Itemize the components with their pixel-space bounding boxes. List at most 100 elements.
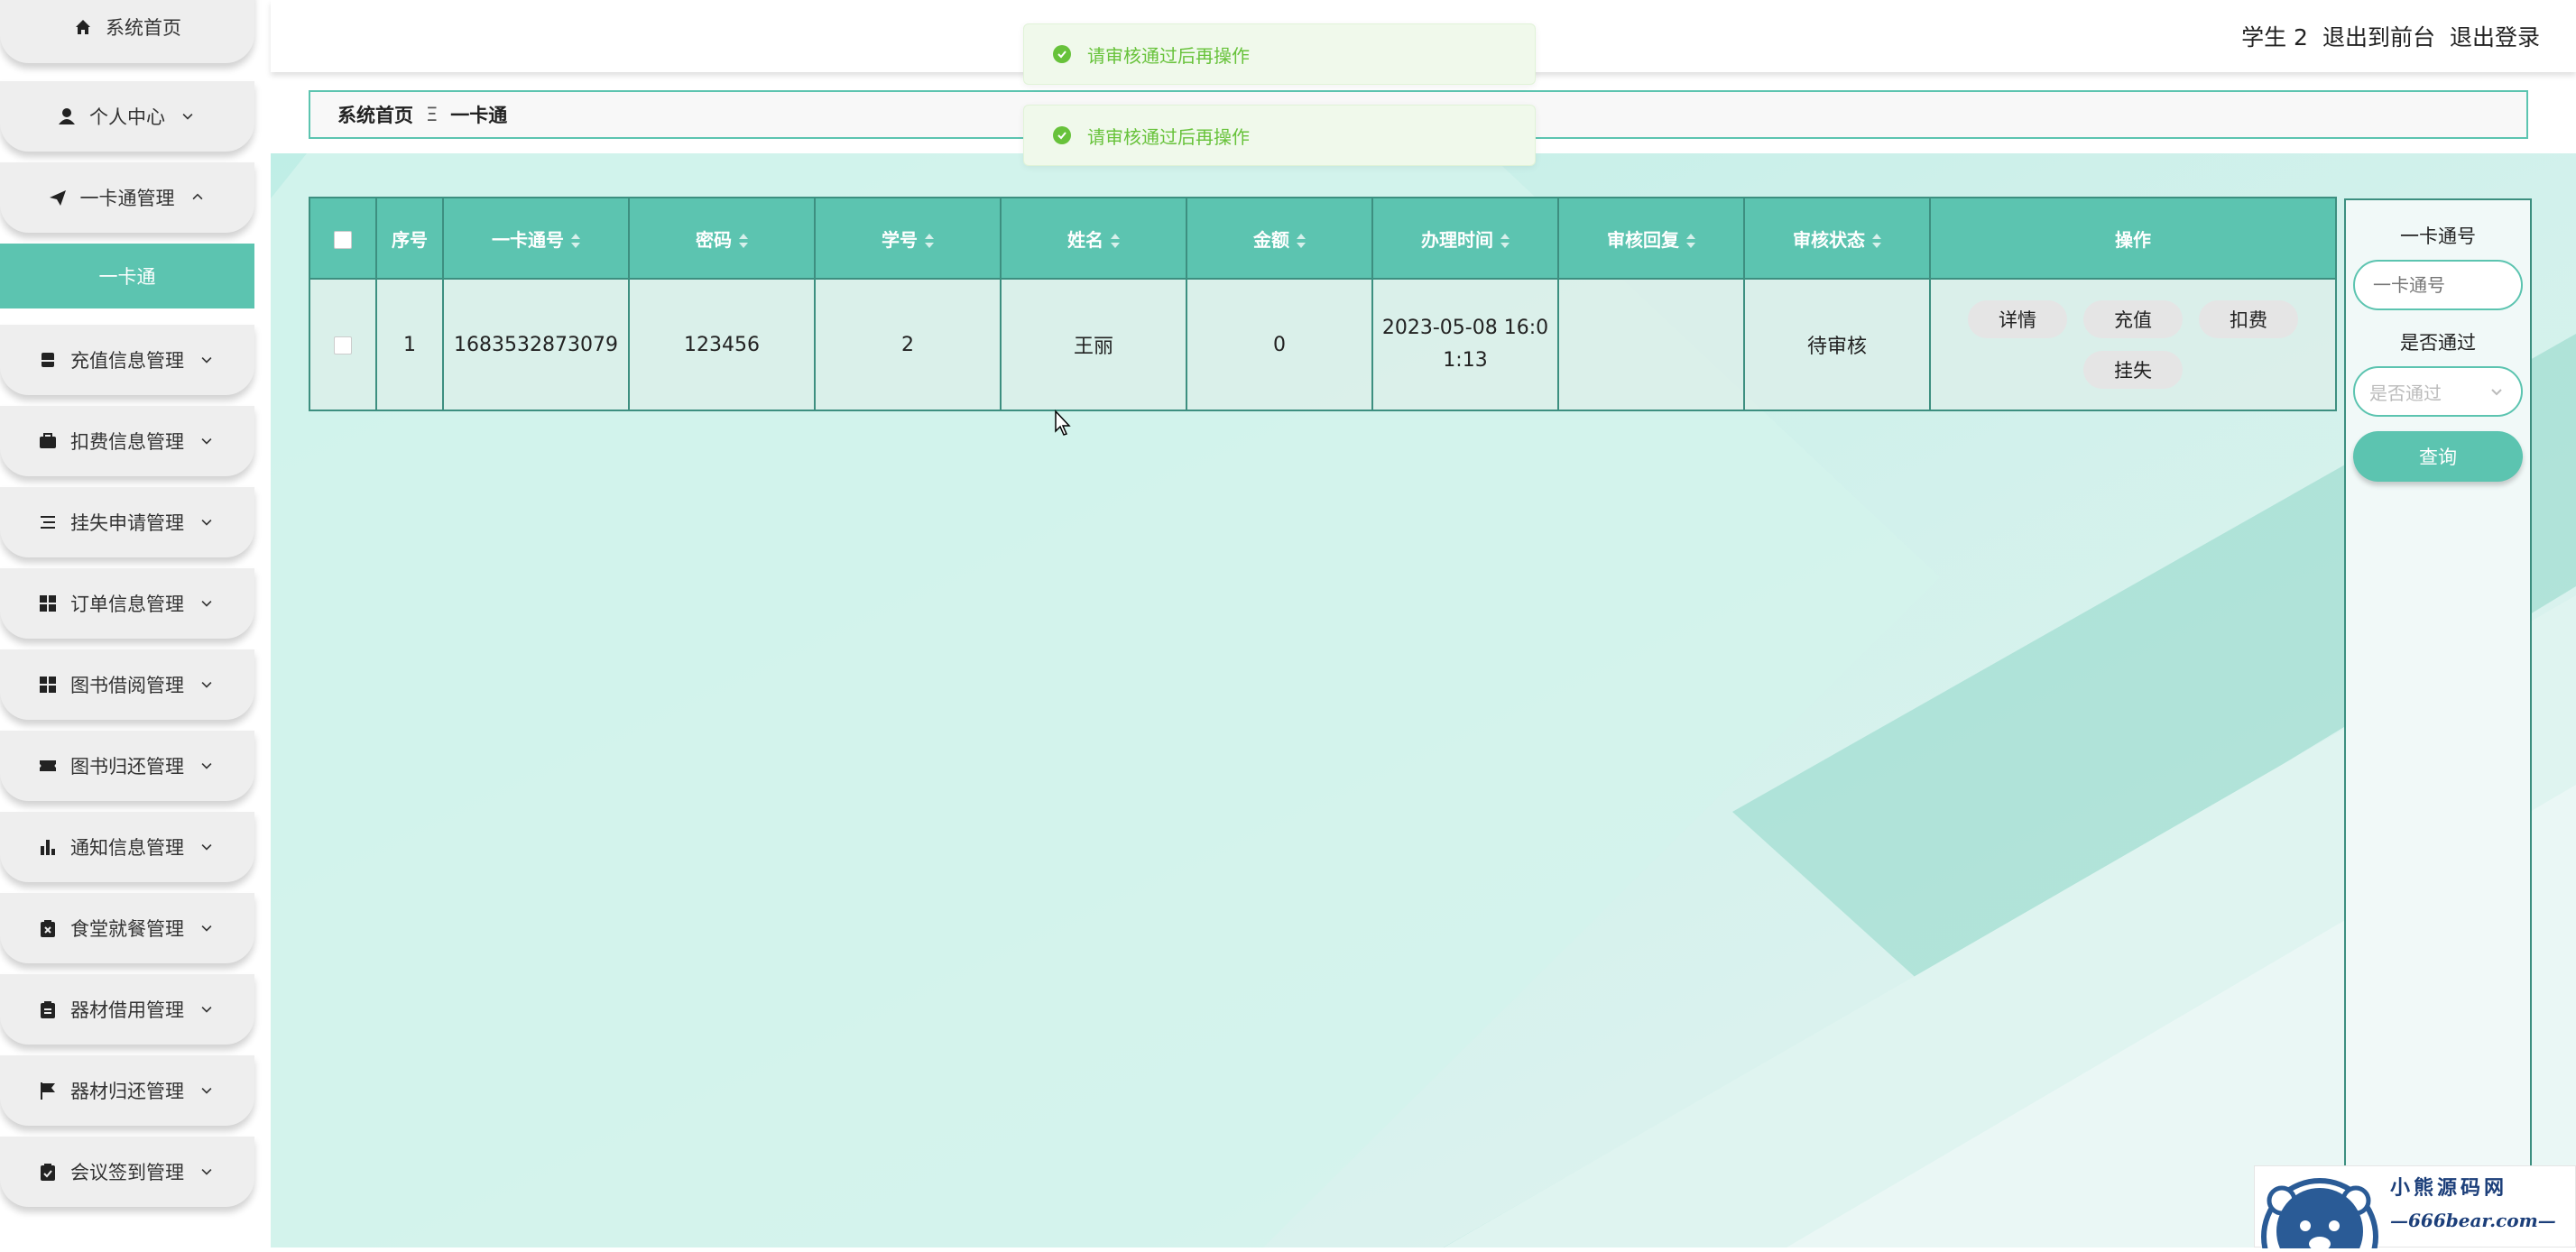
cell-time-line1: 2023-05-08 16:0 [1381, 317, 1549, 339]
search-panel: 一卡通号 是否通过 是否通过 查询 [2344, 198, 2532, 1247]
sidebar-item[interactable]: 图书借阅管理 [0, 649, 254, 720]
col-status[interactable]: 审核状态 [1743, 197, 1931, 280]
col-time[interactable]: 办理时间 [1371, 197, 1559, 280]
col-reply[interactable]: 审核回复 [1557, 197, 1745, 280]
col-student-no-label: 学号 [882, 228, 918, 251]
select-all-header [309, 197, 377, 280]
list-icon [38, 512, 58, 532]
sidebar-item[interactable]: 一卡通管理 [0, 162, 254, 233]
success-icon [1053, 126, 1071, 144]
pass-select[interactable]: 是否通过 [2353, 366, 2523, 417]
user-icon [57, 106, 77, 126]
card-table: 序号 一卡通号 密码 学号 姓名 金额 办理时间 审核回复 审核状态 操作 1 … [309, 197, 2337, 411]
cell-actions: 详情 充值 扣费 挂失 [1929, 278, 2337, 411]
ticket-icon [38, 756, 58, 776]
col-actions: 操作 [1929, 197, 2337, 280]
watermark-title: 小熊源码网 [2390, 1176, 2508, 1200]
chevron-up-icon [188, 188, 208, 207]
briefcase-icon [38, 431, 58, 451]
pass-select-placeholder: 是否通过 [2369, 382, 2442, 404]
sidebar-item-label: 个人中心 [89, 106, 165, 128]
clipboard-x-icon [38, 918, 58, 938]
sidebar-item[interactable]: 图书归还管理 [0, 731, 254, 801]
table-row: 1 1683532873079 123456 2 王丽 0 2023-05-08… [309, 278, 2337, 411]
sidebar-item-label: 系统首页 [106, 17, 181, 39]
sort-icon[interactable] [1111, 234, 1120, 248]
row-checkbox[interactable] [334, 336, 352, 354]
cell-time: 2023-05-08 16:0 1:13 [1371, 278, 1559, 411]
watermark-url: —666bear.com— [2390, 1210, 2556, 1231]
sort-icon[interactable] [1500, 234, 1510, 248]
search-button[interactable]: 查询 [2353, 431, 2523, 482]
sidebar-item-label: 图书归还管理 [70, 756, 184, 778]
sidebar-item[interactable]: 挂失申请管理 [0, 487, 254, 557]
exit-to-front-link[interactable]: 退出到前台 [2322, 20, 2435, 52]
paper-plane-icon [48, 188, 68, 207]
sort-icon[interactable] [1872, 234, 1881, 248]
sidebar: 系统首页个人中心一卡通管理充值信息管理 扣费信息管理挂失申请管理 订单信息管理图书借… [0, 0, 262, 1247]
logout-link[interactable]: 退出登录 [2450, 20, 2540, 52]
breadcrumb-home[interactable]: 系统首页 [337, 101, 413, 128]
select-all-checkbox[interactable] [334, 230, 352, 249]
sidebar-item[interactable]: 器材借用管理 [0, 974, 254, 1045]
report-loss-button[interactable]: 挂失 [2083, 351, 2183, 389]
detail-button[interactable]: 详情 [1968, 300, 2067, 338]
chevron-down-icon [197, 1162, 217, 1182]
flag-icon [38, 1081, 58, 1100]
sidebar-item[interactable]: 系统首页 [0, 0, 254, 63]
sidebar-item[interactable]: 充值信息管理 [0, 325, 254, 395]
table-header-row: 序号 一卡通号 密码 学号 姓名 金额 办理时间 审核回复 审核状态 操作 [309, 197, 2337, 280]
toast-message: 请审核通过后再操作 [1023, 23, 1536, 85]
cell-status: 待审核 [1743, 278, 1931, 411]
sort-icon[interactable] [739, 234, 748, 248]
chevron-down-icon [197, 431, 217, 451]
mouse-cursor-icon [1055, 410, 1071, 436]
bar-chart-icon [38, 837, 58, 857]
sidebar-item[interactable]: 器材归还管理 [0, 1055, 254, 1126]
col-time-label: 办理时间 [1421, 228, 1493, 251]
pass-label: 是否通过 [2400, 332, 2476, 354]
col-name-label: 姓名 [1067, 228, 1103, 251]
sidebar-item[interactable]: 会议签到管理 [0, 1137, 254, 1207]
sidebar-item-label: 器材借用管理 [70, 999, 184, 1021]
cell-amount: 0 [1186, 278, 1373, 411]
chevron-down-icon [197, 837, 217, 857]
clipboard-icon [38, 999, 58, 1019]
sidebar-item[interactable]: 订单信息管理 [0, 568, 254, 639]
card-no-label: 一卡通号 [2400, 226, 2476, 247]
col-password[interactable]: 密码 [628, 197, 816, 280]
sort-icon[interactable] [1686, 234, 1695, 248]
chevron-down-icon [197, 594, 217, 613]
watermark-logo: 小熊源码网 —666bear.com— [2254, 1165, 2576, 1252]
chevron-down-icon [197, 756, 217, 776]
sidebar-item-label: 一卡通管理 [79, 188, 175, 209]
card-no-search-input[interactable] [2353, 260, 2523, 310]
sidebar-item[interactable]: 扣费信息管理 [0, 406, 254, 476]
col-student-no[interactable]: 学号 [814, 197, 1002, 280]
grid-icon [38, 594, 58, 613]
sort-icon[interactable] [571, 234, 580, 248]
sidebar-item[interactable]: 通知信息管理 [0, 812, 254, 882]
sidebar-item-label: 挂失申请管理 [70, 512, 184, 534]
col-name[interactable]: 姓名 [1000, 197, 1187, 280]
sidebar-item[interactable]: 个人中心 [0, 81, 254, 152]
col-card-no[interactable]: 一卡通号 [442, 197, 630, 280]
recharge-button[interactable]: 充值 [2083, 300, 2183, 338]
chevron-down-icon [197, 918, 217, 938]
success-icon [1053, 45, 1071, 63]
col-reply-label: 审核回复 [1607, 228, 1679, 251]
deduct-button[interactable]: 扣费 [2199, 300, 2298, 338]
sidebar-item-label: 订单信息管理 [70, 594, 184, 615]
cell-card-no: 1683532873079 [442, 278, 630, 411]
col-password-label: 密码 [696, 228, 732, 251]
sidebar-item[interactable]: 食堂就餐管理 [0, 893, 254, 963]
chevron-down-icon [178, 106, 198, 126]
sidebar-subitem-card[interactable]: 一卡通 [0, 244, 254, 308]
sort-icon[interactable] [1297, 234, 1306, 248]
cell-time-line2: 1:13 [1443, 349, 1488, 372]
col-amount[interactable]: 金额 [1186, 197, 1373, 280]
row-select-cell [309, 278, 377, 411]
chevron-down-icon [197, 1081, 217, 1100]
sort-icon[interactable] [925, 234, 934, 248]
sidebar-item-label: 会议签到管理 [70, 1162, 184, 1183]
